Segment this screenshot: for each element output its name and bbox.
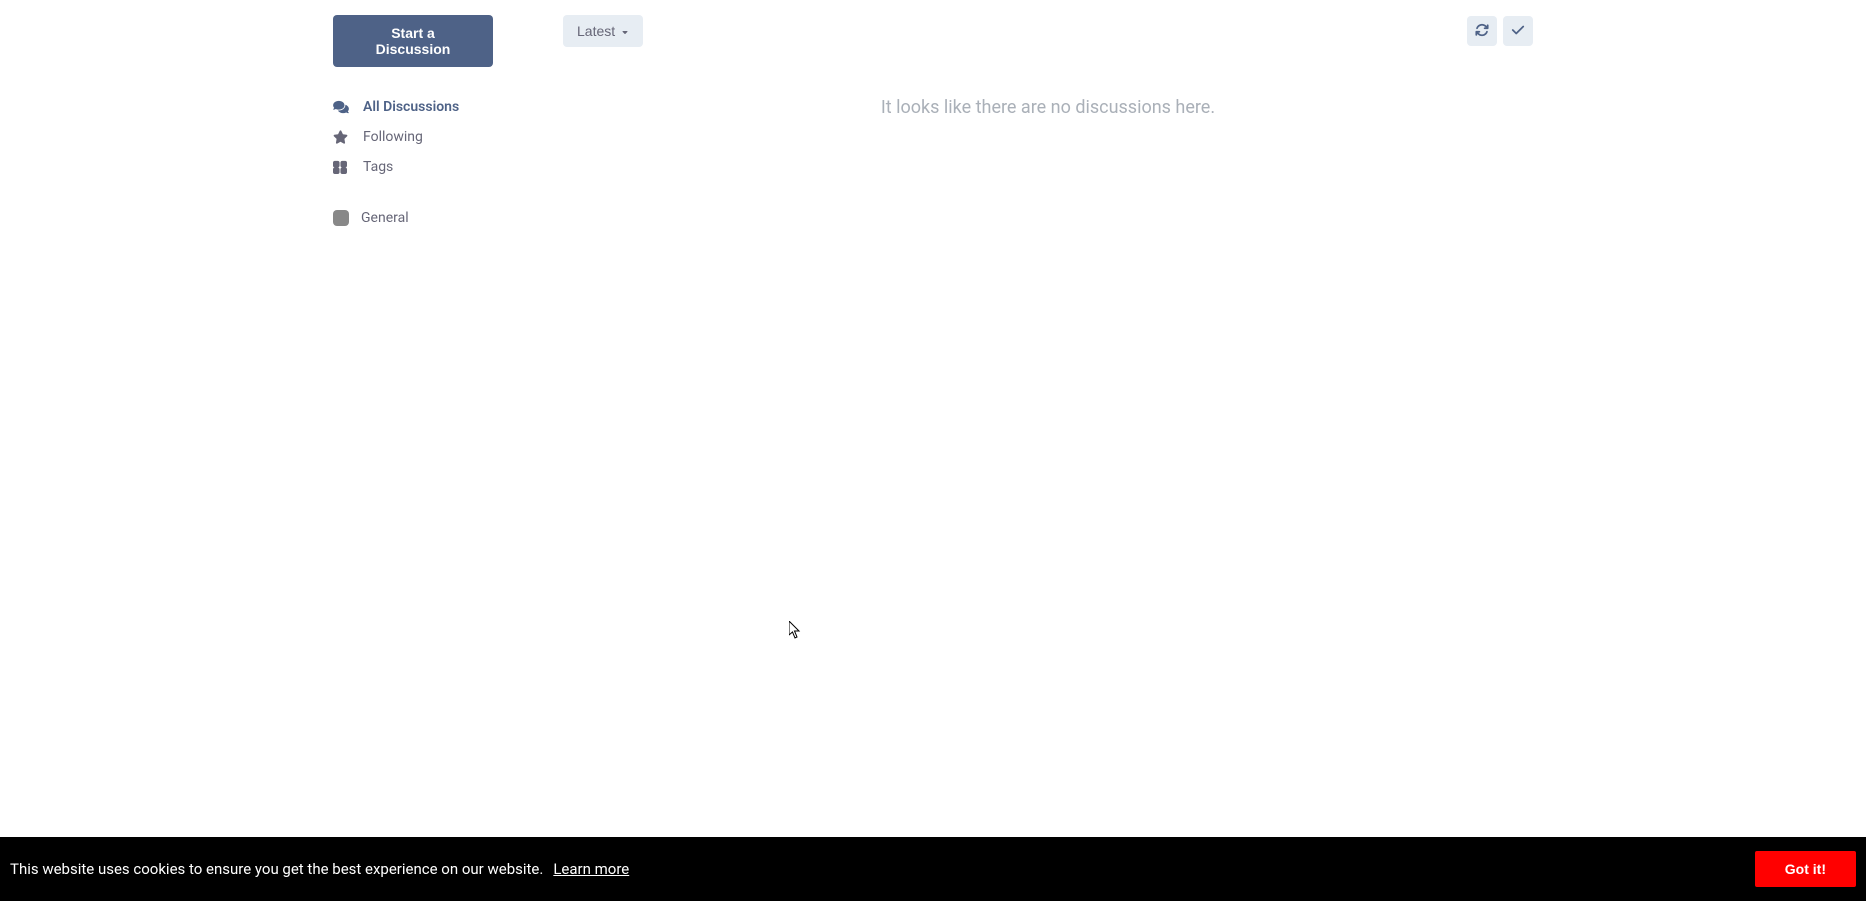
empty-state-message: It looks like there are no discussions h… [563, 97, 1533, 118]
sidebar: Start a Discussion All Discussions Follo… [333, 15, 533, 232]
sidebar-item-tags[interactable]: Tags [333, 152, 533, 182]
tag-swatch-icon [333, 210, 349, 226]
start-discussion-button[interactable]: Start a Discussion [333, 15, 493, 67]
star-icon [333, 130, 353, 144]
cookie-learn-more-link[interactable]: Learn more [553, 860, 629, 878]
tag-label: General [361, 210, 409, 226]
refresh-button[interactable] [1467, 16, 1497, 46]
cookie-accept-button[interactable]: Got it! [1755, 851, 1856, 887]
cookie-message: This website uses cookies to ensure you … [10, 860, 543, 878]
caret-down-icon [621, 23, 629, 39]
sidebar-item-label: All Discussions [363, 99, 459, 115]
sidebar-item-label: Tags [363, 159, 393, 175]
mouse-cursor-icon [789, 621, 803, 643]
cookie-consent-bar: This website uses cookies to ensure you … [0, 837, 1866, 901]
refresh-icon [1475, 23, 1489, 40]
sidebar-item-following[interactable]: Following [333, 122, 533, 152]
main-content: Latest It looks lik [533, 15, 1533, 232]
grid-icon [333, 160, 353, 174]
sort-label: Latest [577, 23, 615, 39]
sidebar-nav: All Discussions Following Tags [333, 92, 533, 182]
tag-list: General [333, 204, 533, 232]
sort-dropdown[interactable]: Latest [563, 15, 643, 47]
tag-item-general[interactable]: General [333, 204, 533, 232]
comments-icon [333, 100, 353, 114]
sidebar-item-all-discussions[interactable]: All Discussions [333, 92, 533, 122]
mark-all-read-button[interactable] [1503, 16, 1533, 46]
sidebar-item-label: Following [363, 129, 423, 145]
toolbar: Latest [563, 15, 1533, 47]
check-icon [1511, 23, 1525, 40]
